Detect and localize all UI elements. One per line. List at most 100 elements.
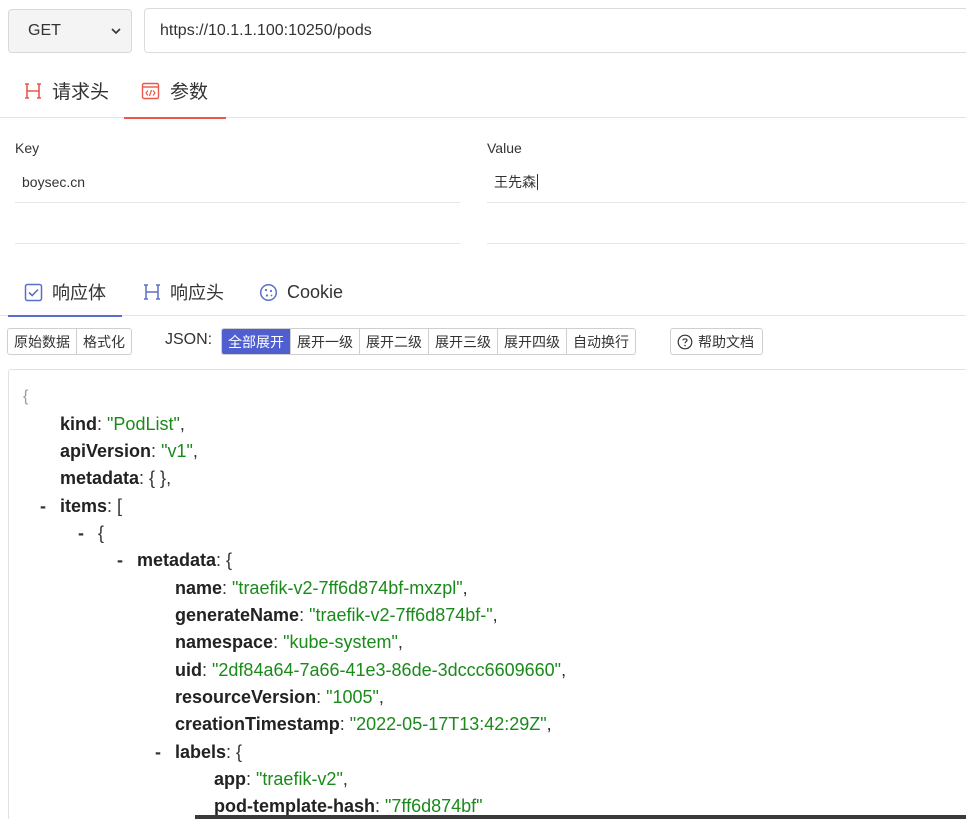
json-tail: , [378, 686, 384, 707]
param-key-input-empty[interactable] [15, 202, 460, 244]
tab-params-label: 参数 [170, 82, 209, 103]
json-value: "2df84a64-7a66-41e3-86de-3dccc6609660" [212, 659, 562, 680]
json-key: name [175, 577, 223, 598]
heading-icon [143, 283, 161, 301]
json-value: { }, [149, 467, 172, 488]
json-key: uid [175, 659, 202, 680]
json-line-apiversion: apiVersion: "v1", [60, 440, 198, 461]
json-line-name: name: "traefik-v2-7ff6d874bf-mxzpl", [175, 577, 468, 598]
json-key: generateName [175, 604, 300, 625]
cookie-icon [259, 283, 278, 302]
request-tabs: 请求头 参数 [0, 63, 966, 119]
json-value: { [226, 549, 233, 570]
json-line-metadata[interactable]: - metadata: { [117, 548, 233, 572]
json-tail: , [192, 440, 198, 461]
json-value: "kube-system" [283, 631, 398, 652]
heading-icon [24, 82, 42, 100]
json-line-item-0[interactable]: - { [78, 521, 105, 545]
horizontal-scrollbar[interactable] [195, 815, 966, 819]
checkbox-icon [24, 283, 43, 302]
params-table: Key Value boysec.cn 王先森 [0, 118, 966, 268]
json-line-namespace: namespace: "kube-system", [175, 631, 403, 652]
json-key: metadata [137, 549, 217, 570]
method-value: GET [28, 22, 61, 39]
json-line-labels[interactable]: - labels: { [155, 740, 243, 764]
json-tail: , [546, 713, 552, 734]
param-key-value: boysec.cn [22, 173, 86, 190]
json-line-metadata-root[interactable]: metadata: { }, [60, 466, 171, 490]
json-tail: , [492, 604, 498, 625]
json-key: kind [60, 413, 98, 434]
expand-level-4-button[interactable]: 展开四级 [498, 329, 567, 354]
json-tail: , [561, 659, 567, 680]
json-tail: , [397, 631, 403, 652]
json-value: { [98, 522, 105, 543]
code-icon [141, 82, 160, 100]
param-value-input[interactable]: 王先森 [487, 161, 966, 203]
chevron-down-icon [111, 28, 121, 35]
expand-level-3-button[interactable]: 展开三级 [429, 329, 498, 354]
expand-level-2-button[interactable]: 展开二级 [360, 329, 429, 354]
json-value: "traefik-v2" [256, 768, 343, 789]
json-line-resourceversion: resourceVersion: "1005", [175, 686, 384, 707]
response-tabs: 响应体 响应头 Cookie [0, 268, 966, 317]
json-tail: , [179, 413, 185, 434]
json-value: "7ff6d874bf" [385, 795, 483, 816]
json-tail: , [342, 768, 348, 789]
expand-level-1-button[interactable]: 展开一级 [291, 329, 360, 354]
json-key: pod-template-hash [214, 795, 376, 816]
json-key: apiVersion [60, 440, 152, 461]
json-root-brace: { [23, 388, 29, 405]
help-docs-label: 帮助文档 [698, 333, 754, 350]
param-value-input-empty[interactable] [487, 202, 966, 244]
json-tail: , [462, 577, 468, 598]
json-value: "PodList" [107, 413, 180, 434]
expand-level-group: 全部展开 展开一级 展开二级 展开三级 展开四级 自动换行 [221, 328, 636, 355]
json-value: { [236, 741, 243, 762]
json-viewer: { kind: "PodList", apiVersion: "v1", met… [8, 369, 966, 819]
json-key: items [60, 495, 108, 516]
tab-cookie-label: Cookie [287, 281, 344, 302]
json-key: metadata [60, 467, 140, 488]
json-value: "traefik-v2-7ff6d874bf-" [309, 604, 493, 625]
help-docs-button[interactable]: 帮助文档 [670, 328, 763, 355]
collapse-toggle[interactable]: - [117, 550, 123, 571]
json-line-app: app: "traefik-v2", [214, 768, 348, 789]
collapse-toggle[interactable]: - [78, 523, 84, 544]
text-caret [537, 173, 538, 190]
collapse-toggle[interactable]: - [40, 496, 46, 517]
json-line-kind: kind: "PodList", [60, 413, 185, 434]
method-select[interactable]: GET [8, 9, 132, 53]
param-key-input[interactable]: boysec.cn [15, 161, 460, 203]
json-line-generatename: generateName: "traefik-v2-7ff6d874bf-", [175, 604, 498, 625]
url-input[interactable]: https://10.1.1.100:10250/pods [144, 8, 966, 53]
json-label: JSON: [165, 331, 213, 348]
json-key: labels [175, 741, 227, 762]
tab-response-headers-label: 响应头 [170, 283, 224, 303]
param-value-value: 王先森 [494, 173, 536, 190]
raw-data-button[interactable]: 原始数据 [8, 329, 77, 354]
json-line-creationtimestamp: creationTimestamp: "2022-05-17T13:42:29Z… [175, 713, 552, 734]
tab-cookie[interactable]: Cookie [259, 268, 343, 316]
json-line-items[interactable]: - items: [ [40, 494, 123, 518]
tab-params[interactable]: 参数 [124, 63, 227, 119]
json-key: namespace [175, 631, 274, 652]
url-value: https://10.1.1.100:10250/pods [160, 21, 372, 39]
json-key: resourceVersion [175, 686, 317, 707]
json-value: "v1" [161, 440, 193, 461]
json-key: app [214, 768, 247, 789]
tab-response-body[interactable]: 响应体 [8, 268, 122, 317]
collapse-toggle[interactable]: - [155, 742, 161, 763]
tab-response-headers[interactable]: 响应头 [143, 268, 224, 316]
json-line-uid: uid: "2df84a64-7a66-41e3-86de-3dccc66096… [175, 659, 567, 680]
json-value: [ [117, 495, 123, 516]
expand-all-button[interactable]: 全部展开 [222, 329, 291, 354]
tab-request-headers[interactable]: 请求头 [24, 63, 109, 118]
json-value: "1005" [326, 686, 379, 707]
tab-response-body-label: 响应体 [52, 283, 106, 303]
json-value: "traefik-v2-7ff6d874bf-mxzpl" [232, 577, 463, 598]
tab-request-headers-label: 请求头 [52, 82, 110, 103]
formatted-button[interactable]: 格式化 [77, 329, 131, 354]
key-header: Key [15, 140, 40, 156]
word-wrap-button[interactable]: 自动换行 [567, 329, 635, 354]
